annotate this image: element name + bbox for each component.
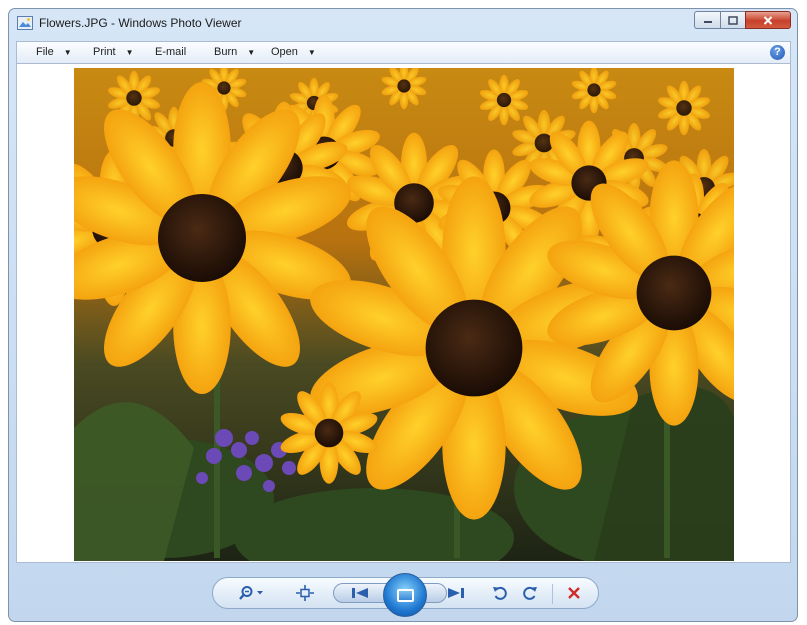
zoom-button[interactable] (235, 583, 267, 603)
delete-icon (568, 587, 580, 599)
slideshow-icon (396, 588, 414, 602)
command-bar: File ▼ Print ▼ E-mail Burn ▼ Open ▼ ? (16, 41, 791, 64)
maximize-icon (728, 15, 738, 25)
maximize-button[interactable] (720, 11, 745, 29)
close-button[interactable] (745, 11, 791, 29)
rotate-counterclockwise-icon (493, 586, 507, 600)
minimize-icon (703, 21, 712, 23)
photo-viewer-app-icon (17, 16, 33, 30)
rotate-clockwise-button[interactable] (519, 583, 541, 603)
chevron-down-icon: ▼ (307, 47, 316, 57)
rotate-clockwise-icon (523, 586, 537, 600)
toolbar-divider (552, 584, 553, 604)
help-icon[interactable]: ? (770, 45, 785, 60)
image-viewport (16, 64, 791, 563)
email-button[interactable]: E-mail (155, 46, 186, 58)
rotate-counterclockwise-button[interactable] (489, 583, 511, 603)
next-button[interactable] (441, 583, 471, 603)
next-icon (448, 588, 464, 598)
burn-menu[interactable]: Burn ▼ (214, 46, 255, 58)
slideshow-button[interactable] (383, 573, 427, 617)
open-menu[interactable]: Open ▼ (271, 46, 316, 58)
email-button-label: E-mail (155, 46, 187, 58)
chevron-down-icon: ▼ (125, 47, 134, 57)
open-menu-label: Open (271, 46, 298, 58)
flowers-image (74, 68, 734, 561)
chevron-down-icon: ▼ (247, 47, 256, 57)
window-title: Flowers.JPG - Windows Photo Viewer (39, 16, 242, 30)
delete-button[interactable] (563, 583, 585, 603)
zoom-icon (239, 586, 263, 600)
actual-size-icon (296, 585, 314, 601)
title-bar[interactable]: Flowers.JPG - Windows Photo Viewer (9, 9, 797, 37)
burn-menu-label: Burn (214, 46, 238, 58)
photo-viewer-window: Flowers.JPG - Windows Photo Viewer File … (8, 8, 798, 622)
minimize-button[interactable] (694, 11, 720, 29)
print-menu[interactable]: Print ▼ (93, 46, 134, 58)
actual-size-button[interactable] (293, 583, 317, 603)
previous-icon (352, 588, 368, 598)
caption-buttons (694, 11, 791, 29)
file-menu[interactable]: File ▼ (36, 46, 72, 58)
previous-button[interactable] (345, 583, 375, 603)
flowers-photo[interactable] (74, 68, 734, 561)
close-icon (763, 15, 773, 25)
chevron-down-icon: ▼ (63, 47, 72, 57)
print-menu-label: Print (93, 46, 116, 58)
file-menu-label: File (36, 46, 54, 58)
